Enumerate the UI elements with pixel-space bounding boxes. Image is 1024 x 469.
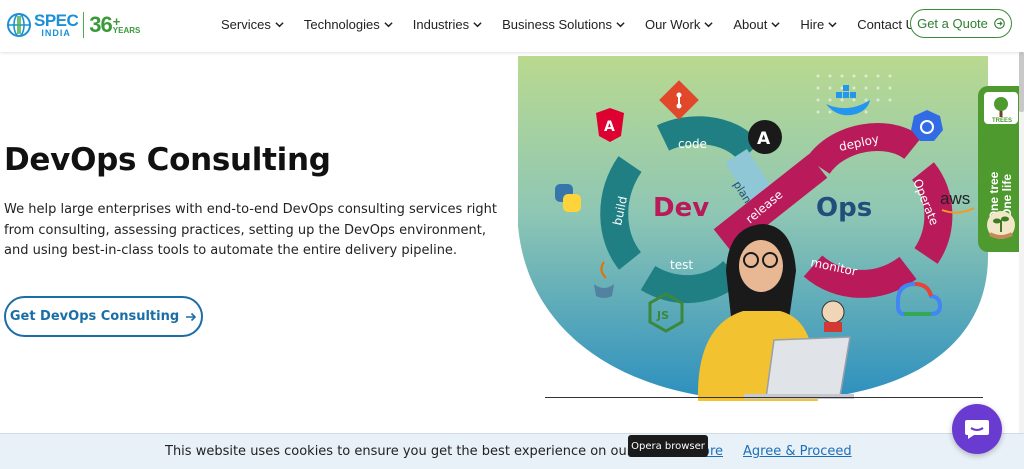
hands-plant-icon (987, 211, 1015, 239)
tree-icon: TREES (992, 97, 1012, 124)
svg-text:A: A (604, 119, 615, 135)
agree-proceed-link[interactable]: Agree & Proceed (743, 444, 852, 459)
chat-widget-button[interactable] (952, 404, 1002, 454)
chevron-down-icon (771, 21, 780, 27)
logo-brand: SPEC (34, 11, 79, 30)
anniversary-badge: 36 + YEARS (89, 12, 140, 38)
stage-code-label: code (678, 137, 707, 151)
stage-test-label: test (670, 258, 693, 272)
page-title: DevOps Consulting (4, 142, 331, 178)
chat-bubble-icon (965, 420, 989, 439)
nav-item-services[interactable]: Services (221, 17, 284, 32)
nav-label: Hire (800, 16, 825, 32)
nav-item-our-work[interactable]: Our Work (645, 17, 713, 32)
dev-label: Dev (653, 193, 709, 223)
nav-item-technologies[interactable]: Technologies (304, 17, 393, 32)
ops-label: Ops (816, 193, 872, 223)
nav-label: About (733, 16, 768, 32)
globe-icon (7, 13, 31, 37)
cta-label: Get DevOps Consulting (9, 309, 180, 324)
logo-country: INDIA (41, 28, 71, 38)
chevron-down-icon (384, 21, 393, 27)
site-header: SPEC INDIA 36 + YEARS Services Technolog… (0, 0, 1024, 52)
jenkins-icon (821, 300, 845, 332)
nav-label: Our Work (644, 16, 701, 32)
devops-illustration: code plan build test release deploy Oper… (518, 56, 988, 401)
arrow-right-icon (994, 18, 1005, 29)
quote-button-label: Get a Quote (917, 16, 988, 31)
main-nav: Services Technologies Industries Busines… (221, 0, 922, 48)
chevron-down-icon (616, 21, 625, 27)
chevron-down-icon (275, 21, 284, 27)
trees-logo: TREES (984, 92, 1018, 124)
nav-label: Industries (412, 16, 470, 32)
get-a-quote-button[interactable]: Get a Quote (910, 9, 1012, 38)
get-devops-consulting-button[interactable]: Get DevOps Consulting (4, 296, 203, 337)
browser-tooltip: Opera browser (628, 435, 708, 457)
nav-item-business-solutions[interactable]: Business Solutions (502, 17, 625, 32)
svg-text:A: A (757, 129, 771, 149)
anniversary-number: 36 (89, 12, 113, 37)
logo-wordmark: SPEC INDIA (34, 11, 79, 38)
baseline-divider (545, 397, 983, 398)
nav-label: Business Solutions (502, 16, 612, 32)
hero-description: We help large enterprises with end-to-en… (4, 202, 497, 258)
cookie-message: This website uses cookies to ensure you … (165, 444, 664, 459)
logo-divider (83, 12, 85, 38)
svg-text:JS: JS (656, 309, 669, 322)
anniversary-label: YEARS (112, 26, 141, 36)
chevron-down-icon (473, 21, 482, 27)
spec-india-logo[interactable]: SPEC INDIA 36 + YEARS (6, 10, 140, 40)
ansible-icon: A (748, 120, 782, 154)
nav-label: Technologies (303, 16, 380, 32)
one-tree-badge[interactable]: TREES One tree One life (978, 86, 1024, 252)
nav-item-industries[interactable]: Industries (413, 17, 482, 32)
aws-icon: aws (940, 189, 970, 208)
page-scrollbar[interactable] (1019, 52, 1024, 433)
scrollbar-thumb[interactable] (1019, 52, 1024, 112)
cookie-consent-bar: This website uses cookies to ensure you … (0, 433, 1024, 469)
nav-item-hire[interactable]: Hire (800, 17, 837, 32)
chevron-down-icon (828, 21, 837, 27)
nav-item-about[interactable]: About (733, 17, 780, 32)
nav-label: Services (221, 16, 271, 32)
trees-logo-text: TREES (992, 118, 1012, 124)
chevron-down-icon (704, 21, 713, 27)
arrow-right-icon (186, 312, 197, 321)
